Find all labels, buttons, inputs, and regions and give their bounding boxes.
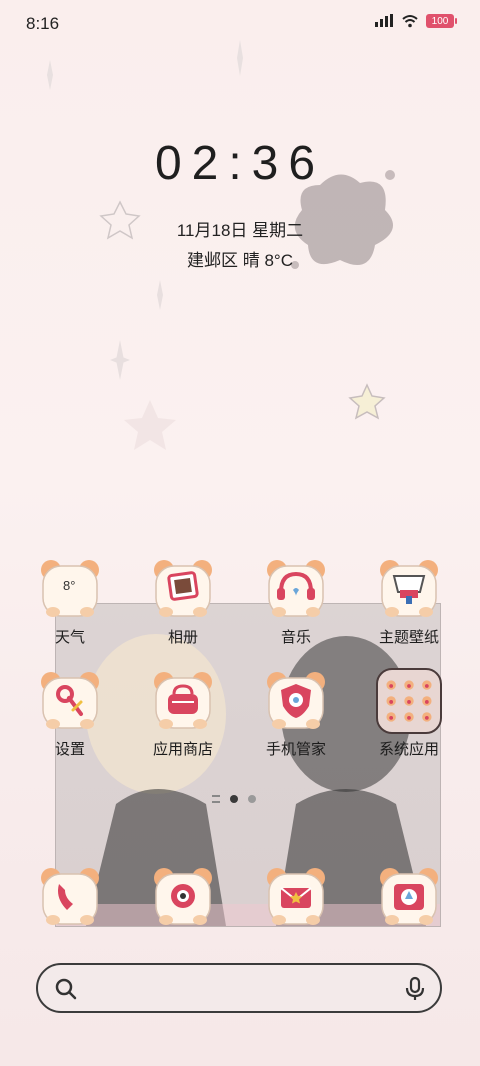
settings-icon (37, 668, 103, 734)
app-settings[interactable]: 设置 (20, 668, 120, 759)
camera-icon (150, 864, 216, 930)
feed-page-indicator (212, 795, 220, 803)
weather-icon: 8° (37, 556, 103, 622)
messages-icon (263, 864, 329, 930)
page-dot-active (230, 795, 238, 803)
photos-icon (150, 556, 216, 622)
weather-summary[interactable]: 建邺区 晴 8°C (0, 246, 480, 271)
dock-browser[interactable] (359, 864, 459, 930)
page-dot (248, 795, 256, 803)
app-store-icon (150, 668, 216, 734)
app-label: 音乐 (280, 629, 311, 646)
app-label: 相册 (167, 629, 198, 646)
search-bar[interactable] (36, 963, 442, 1013)
app-music[interactable]: 音乐 (246, 556, 346, 647)
dock-camera[interactable] (133, 864, 233, 930)
app-phone-manager[interactable]: 手机管家 (246, 668, 346, 759)
phone-icon (37, 864, 103, 930)
background-decoration (47, 40, 386, 450)
clock-date: 11月18日 星期二 (176, 221, 304, 240)
phone-manager-icon (263, 668, 329, 734)
dock-messages[interactable] (246, 864, 346, 930)
page-indicator[interactable] (212, 795, 256, 803)
star-icon (348, 383, 386, 420)
app-weather[interactable]: 8° 天气 (20, 556, 120, 647)
app-app-store[interactable]: 应用商店 (133, 668, 233, 759)
app-label: 系统应用 (378, 741, 439, 758)
app-label: 手机管家 (265, 741, 326, 758)
system-apps-folder-icon (376, 668, 442, 734)
app-label: 设置 (54, 741, 85, 758)
browser-icon (376, 864, 442, 930)
dock-phone[interactable] (20, 864, 120, 930)
microphone-icon[interactable] (404, 976, 426, 1002)
app-photos[interactable]: 相册 (133, 556, 233, 647)
themes-icon (376, 556, 442, 622)
app-label: 主题壁纸 (378, 629, 439, 646)
music-icon (263, 556, 329, 622)
app-label: 应用商店 (152, 741, 213, 758)
search-icon[interactable] (54, 977, 78, 1001)
app-label: 天气 (54, 629, 85, 646)
folder-system-apps[interactable]: 系统应用 (359, 668, 459, 759)
clock-time[interactable]: 02:36 (0, 136, 480, 191)
app-themes[interactable]: 主题壁纸 (359, 556, 459, 647)
weather-temp-badge: 8° (63, 578, 76, 593)
